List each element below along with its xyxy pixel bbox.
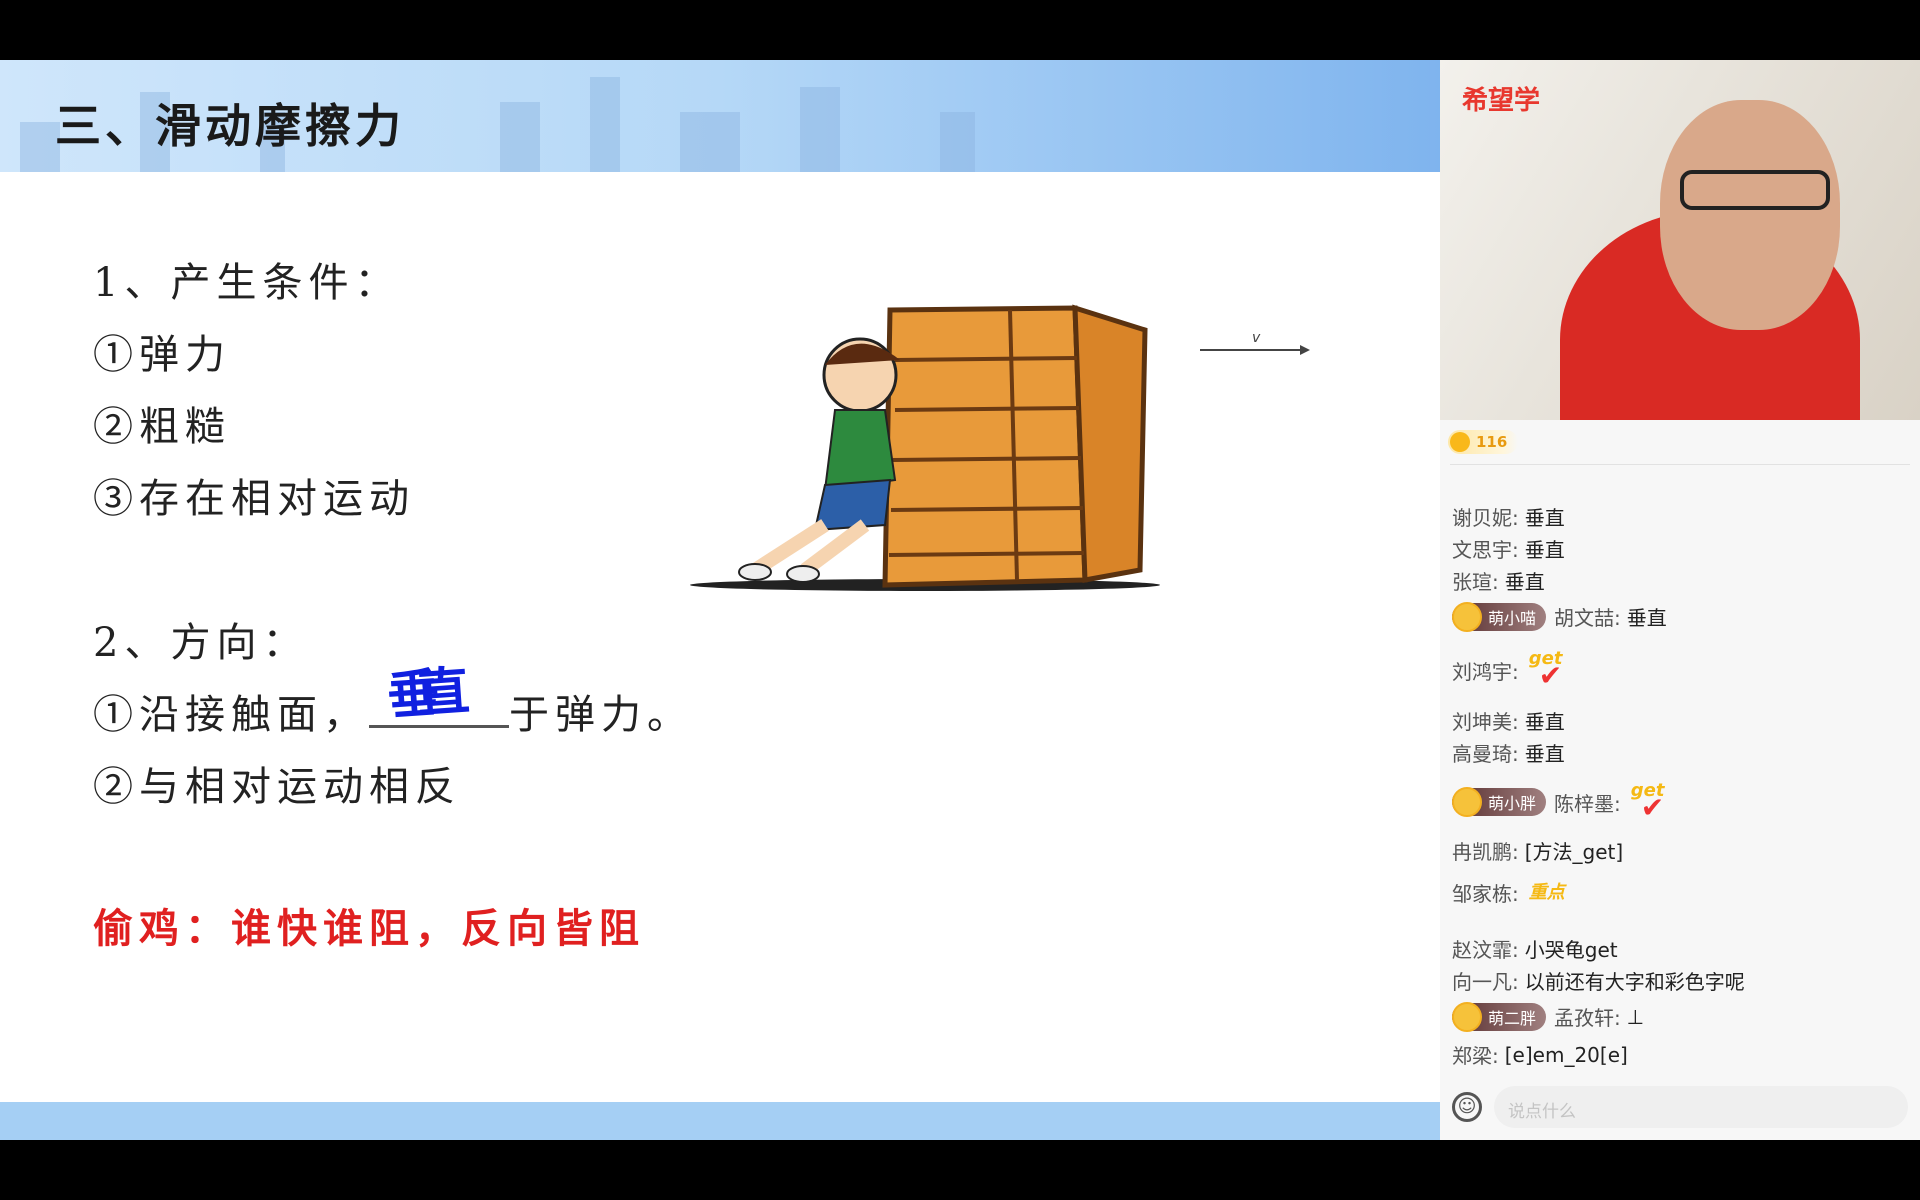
condition-item: ②粗糙 xyxy=(93,404,231,450)
chat-message: 高曼琦: 垂直 xyxy=(1452,738,1565,767)
user-badge: 萌小胖 xyxy=(1452,787,1547,817)
chat-username: 邹家栋: xyxy=(1452,882,1519,906)
chat-username: 向一凡: xyxy=(1452,970,1519,994)
chat-message: 萌二胖 孟孜轩: ⊥ xyxy=(1452,1001,1645,1032)
chat-message: 刘坤美: 垂直 xyxy=(1452,706,1565,735)
chat-message: 冉凯鹏: [方法_get] xyxy=(1452,836,1623,865)
chat-username: 冉凯鹏: xyxy=(1452,840,1519,864)
badge-icon xyxy=(1452,787,1482,817)
chat-message: 向一凡: 以前还有大字和彩色字呢 xyxy=(1452,966,1745,995)
user-badge: 萌小喵 xyxy=(1452,601,1547,632)
chat-text: [e]em_20[e] xyxy=(1504,1042,1628,1067)
slide-title: 三、滑动摩擦力 xyxy=(55,99,405,153)
badge-label: 萌小喵 xyxy=(1488,608,1537,628)
chat-username: 孟孜轩: xyxy=(1554,1006,1621,1030)
direction-item-1: ①沿接触面， 垂直 于弹力。 xyxy=(93,662,693,740)
velocity-label: v xyxy=(1252,330,1261,346)
chat-text: 垂直 xyxy=(1524,710,1565,734)
direction-suffix: 于弹力。 xyxy=(509,692,693,738)
chat-text: 以前还有大字和彩色字呢 xyxy=(1524,970,1745,994)
chat-message: 文思宇: 垂直 xyxy=(1452,534,1565,563)
teacher-video: 希望学 xyxy=(1440,60,1920,420)
chat-username: 赵汶霏: xyxy=(1452,938,1519,962)
chat-message: 谢贝妮: 垂直 xyxy=(1452,502,1565,531)
chat-text: 垂直 xyxy=(1504,570,1545,594)
badge-label: 萌二胖 xyxy=(1488,1008,1537,1028)
chat-text: 垂直 xyxy=(1524,742,1565,766)
chat-username: 刘坤美: xyxy=(1452,710,1519,734)
coin-counter: 116 xyxy=(1448,430,1518,454)
badge-icon xyxy=(1452,1001,1482,1032)
chat-username: 文思宇: xyxy=(1452,538,1519,562)
slide-footer-band xyxy=(0,1102,1440,1140)
chat-text: 垂直 xyxy=(1626,606,1667,630)
chat-username: 张瑄: xyxy=(1452,570,1499,594)
condition-item: ①弹力 xyxy=(93,332,231,378)
conditions-heading: 1、产生条件： xyxy=(93,260,401,306)
coin-count: 116 xyxy=(1476,433,1508,451)
chat-message: 张瑄: 垂直 xyxy=(1452,566,1545,595)
boy-pushing-box-illustration xyxy=(690,304,1160,591)
chat-text: 小哭龟get xyxy=(1524,938,1618,962)
chat-message: 郑梁: [e]em_20[e] xyxy=(1452,1040,1628,1069)
chat-username: 陈梓墨: xyxy=(1554,791,1621,816)
chat-username: 胡文喆: xyxy=(1554,606,1621,630)
chat-text: 垂直 xyxy=(1524,538,1565,562)
chat-text: ⊥ xyxy=(1626,1004,1645,1029)
slide-header: 三、滑动摩擦力 xyxy=(0,60,1440,172)
chat-text: 垂直 xyxy=(1524,506,1565,530)
direction-prefix: ①沿接触面， xyxy=(93,692,369,738)
chat-username: 刘鸿宇: xyxy=(1452,659,1519,684)
chat-text: [方法_get] xyxy=(1524,840,1624,864)
condition-item: ③存在相对运动 xyxy=(93,476,415,522)
coin-icon xyxy=(1450,432,1470,452)
chat-message: 萌小胖 陈梓墨: get ✔ xyxy=(1452,782,1664,822)
sticker: 重点 xyxy=(1528,881,1565,903)
chat-username: 高曼琦: xyxy=(1452,742,1519,766)
chat-username: 郑梁: xyxy=(1452,1044,1499,1068)
chat-message: 赵汶霏: 小哭龟get xyxy=(1452,934,1618,963)
chat-message: 萌小喵 胡文喆: 垂直 xyxy=(1452,601,1667,632)
slide: 三、滑动摩擦力 1、产生条件： ①弹力 ②粗糙 ③存在相对运动 2、方向： ①沿… xyxy=(0,60,1440,1140)
checkmark-icon: ✔ xyxy=(1640,791,1665,824)
chat-message: 刘鸿宇: get ✔ xyxy=(1452,650,1562,690)
badge-label: 萌小胖 xyxy=(1488,794,1537,813)
chat-username: 谢贝妮: xyxy=(1452,506,1519,530)
handwritten-answer: 垂直 xyxy=(385,661,450,728)
sticker: get ✔ xyxy=(1631,782,1665,822)
chat-input[interactable]: 说点什么 xyxy=(1494,1086,1908,1128)
emoji-icon[interactable]: ☺ xyxy=(1452,1092,1482,1122)
user-badge: 萌二胖 xyxy=(1452,1001,1547,1032)
chat-message: 邹家栋: 重点 xyxy=(1452,878,1565,907)
sticker: get ✔ xyxy=(1529,650,1563,690)
sticker-label: 重点 xyxy=(1528,881,1565,903)
side-panel: 希望学 116 谢贝妮: 垂直 文思宇: 垂直 张瑄: 垂直 萌小喵 胡文喆: 垂直 刘鸿宇: ge… xyxy=(1440,60,1920,1140)
direction-item-2: ②与相对运动相反 xyxy=(93,764,461,810)
direction-heading: 2、方向： xyxy=(93,620,309,666)
badge-icon xyxy=(1452,601,1482,632)
brand-logo: 希望学 xyxy=(1462,86,1541,116)
velocity-arrow: v xyxy=(1200,330,1310,355)
fill-blank: 垂直 xyxy=(369,662,509,728)
divider xyxy=(1450,464,1910,465)
checkmark-icon: ✔ xyxy=(1538,659,1563,692)
tip-text: 偷鸡：谁快谁阻，反向皆阻 xyxy=(93,905,645,952)
